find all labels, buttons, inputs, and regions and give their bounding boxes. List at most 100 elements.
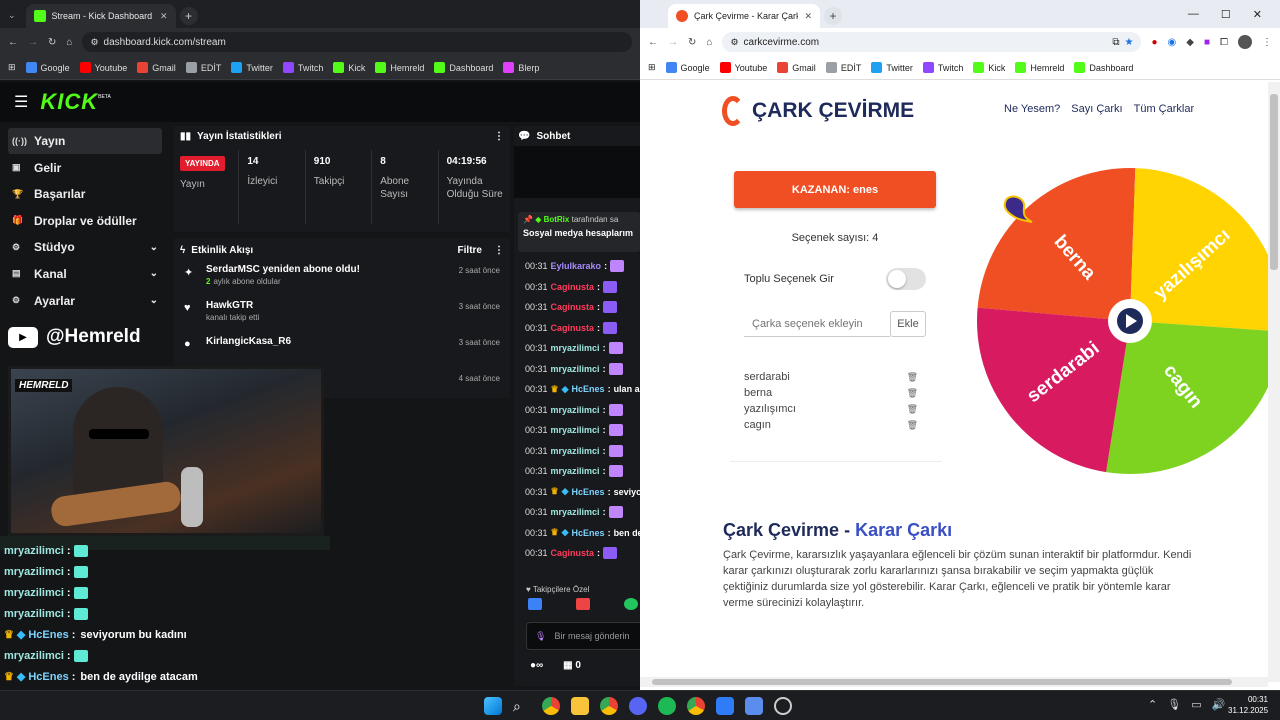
bookmark-item[interactable]: Youtube: [719, 62, 767, 73]
spin-wheel[interactable]: berna yazılışımcıcagınserdarabi: [976, 166, 1280, 476]
bookmark-star-icon[interactable]: ★: [1125, 37, 1134, 48]
chrome-icon[interactable]: [542, 697, 560, 715]
h-scroll-thumb[interactable]: [652, 679, 1232, 685]
app-icon[interactable]: [774, 697, 792, 715]
window-close-icon[interactable]: ✕: [1253, 8, 1262, 21]
site-nav-link[interactable]: Ne Yesem?: [1004, 103, 1060, 115]
chat-username[interactable]: mryazilimci: [551, 343, 600, 353]
chat-message[interactable]: 00:31 Caginusta:: [525, 543, 640, 564]
spotify-icon[interactable]: [658, 697, 676, 715]
extensions-icon[interactable]: ⧠: [1220, 37, 1228, 48]
bookmark-item[interactable]: EDİT: [825, 62, 861, 73]
activity-item[interactable]: ✦ SerdarMSC yeniden abone oldu! 2 aylık abo…: [174, 262, 510, 298]
trash-icon[interactable]: 🗑: [907, 404, 918, 415]
chrome-icon[interactable]: [600, 697, 618, 715]
option-input[interactable]: [744, 311, 890, 337]
bookmark-item[interactable]: Gmail: [137, 62, 176, 73]
sidebar-item-4[interactable]: ⚙ Stüdyo ⌄: [0, 234, 170, 260]
sidebar-item-5[interactable]: ▤ Kanal ⌄: [0, 261, 170, 287]
bookmark-item[interactable]: Hemreld: [375, 62, 424, 73]
app-icon[interactable]: [716, 697, 734, 715]
chevron-down-icon[interactable]: ⌄: [150, 295, 158, 306]
maximize-icon[interactable]: ☐: [1221, 8, 1231, 21]
folder-icon[interactable]: [571, 697, 589, 715]
clock[interactable]: 00:31 31.12.2025: [1228, 694, 1268, 716]
chat-message[interactable]: 00:31 Eylulkarako:: [525, 256, 640, 277]
chevron-down-icon[interactable]: ⌄: [150, 242, 158, 253]
tab-list-icon[interactable]: ⌄: [8, 10, 16, 21]
close-tab-icon[interactable]: ✕: [804, 11, 812, 22]
site-nav-link[interactable]: Tüm Çarklar: [1134, 103, 1195, 115]
emote-icon[interactable]: [528, 598, 542, 610]
chevron-down-icon[interactable]: ⌄: [150, 268, 158, 279]
bookmark-item[interactable]: Hemreld: [1015, 62, 1064, 73]
bookmark-item[interactable]: Google: [665, 62, 710, 73]
chat-message[interactable]: 00:31 mryazilimci:: [525, 359, 640, 380]
trash-icon[interactable]: 🗑: [907, 388, 918, 399]
screen-share-icon[interactable]: ⧉: [1112, 37, 1119, 48]
start-icon[interactable]: [484, 697, 502, 715]
chat-username[interactable]: Caginusta: [551, 282, 595, 292]
mic-icon[interactable]: 🎙: [535, 631, 546, 642]
chrome-menu-icon[interactable]: ⋮: [1262, 37, 1272, 48]
add-button[interactable]: Ekle: [890, 311, 926, 337]
bookmark-item[interactable]: Blerp: [503, 62, 539, 73]
horizontal-scrollbar[interactable]: [640, 677, 1268, 687]
chat-username[interactable]: mryazilimci: [551, 425, 600, 435]
emote-icon[interactable]: [624, 598, 638, 610]
close-tab-icon[interactable]: ✕: [160, 11, 168, 22]
tab-cark-cevirme[interactable]: Çark Çevirme - Karar Çarkı! ✕: [668, 4, 820, 28]
network-icon[interactable]: ▭: [1191, 698, 1201, 711]
menu-icon[interactable]: ☰: [14, 92, 28, 112]
tab-kick-dashboard[interactable]: Stream - Kick Dashboard ✕: [25, 4, 176, 28]
activity-item[interactable]: ● KirlangicKasa_R6 3 saat önce: [174, 334, 510, 370]
address-bar[interactable]: ⚙ carkcevirme.com ⧉ ★: [722, 32, 1142, 52]
chrome-icon[interactable]: [687, 697, 705, 715]
activity-item[interactable]: ♥ HawkGTR kanalı takip etti 3 saat önce: [174, 298, 510, 334]
chat-message[interactable]: 00:31 ♛ ◆ HcEnes: seviyo: [525, 482, 640, 503]
scroll-thumb[interactable]: [1270, 94, 1278, 270]
site-info-icon[interactable]: ⚙: [90, 37, 98, 48]
extension-icon[interactable]: ◉: [1168, 37, 1177, 48]
chat-username[interactable]: HcEnes: [572, 384, 605, 394]
sidebar-item-1[interactable]: ▣ Gelir: [0, 155, 170, 181]
chat-message[interactable]: 00:31 Caginusta:: [525, 277, 640, 298]
extension-icon[interactable]: ■: [1204, 37, 1210, 48]
chat-message[interactable]: 00:31 mryazilimci:: [525, 400, 640, 421]
search-icon[interactable]: ⌕: [513, 698, 531, 715]
bookmark-item[interactable]: Gmail: [777, 62, 816, 73]
chat-message[interactable]: 00:31 mryazilimci:: [525, 441, 640, 462]
mic-tray-icon[interactable]: 🎙: [1167, 698, 1181, 711]
chat-username[interactable]: HcEnes: [572, 528, 605, 538]
vertical-scrollbar[interactable]: [1268, 82, 1280, 682]
bookmark-item[interactable]: Dashboard: [1074, 62, 1133, 73]
bookmark-item[interactable]: Twitch: [922, 62, 963, 73]
chat-message[interactable]: 00:31 mryazilimci:: [525, 338, 640, 359]
chat-username[interactable]: mryazilimci: [551, 364, 600, 374]
site-info-icon[interactable]: ⚙: [730, 37, 738, 48]
apps-grid-icon[interactable]: ⊞: [648, 62, 656, 73]
chat-username[interactable]: mryazilimci: [551, 507, 600, 517]
chat-username[interactable]: Caginusta: [551, 548, 595, 558]
chat-username[interactable]: mryazilimci: [551, 446, 600, 456]
stats-more-icon[interactable]: ⋮: [494, 131, 504, 142]
profile-avatar[interactable]: [1238, 35, 1252, 49]
chat-message[interactable]: 00:31 mryazilimci:: [525, 420, 640, 441]
bulk-toggle[interactable]: [886, 268, 926, 290]
bookmark-item[interactable]: Google: [25, 62, 70, 73]
app-icon[interactable]: [745, 697, 763, 715]
discord-icon[interactable]: [629, 697, 647, 715]
new-tab-button[interactable]: +: [179, 7, 198, 25]
chat-message[interactable]: 00:31 Caginusta:: [525, 318, 640, 339]
extension-icon[interactable]: ◆: [1186, 37, 1194, 48]
back-icon[interactable]: ←: [8, 37, 18, 48]
bookmark-item[interactable]: Kick: [333, 62, 365, 73]
tray-chevron-icon[interactable]: ⌃: [1148, 698, 1157, 711]
chat-username[interactable]: Eylulkarako: [551, 261, 602, 271]
home-icon[interactable]: ⌂: [66, 37, 72, 48]
bookmark-item[interactable]: Twitter: [231, 62, 273, 73]
chat-input[interactable]: 🎙 Bir mesaj gönderin: [526, 622, 640, 650]
volume-icon[interactable]: 🔊: [1212, 698, 1226, 711]
chat-message[interactable]: 00:31 ♛ ◆ HcEnes: ben de: [525, 523, 640, 544]
filter-button[interactable]: Filtre: [458, 245, 482, 256]
